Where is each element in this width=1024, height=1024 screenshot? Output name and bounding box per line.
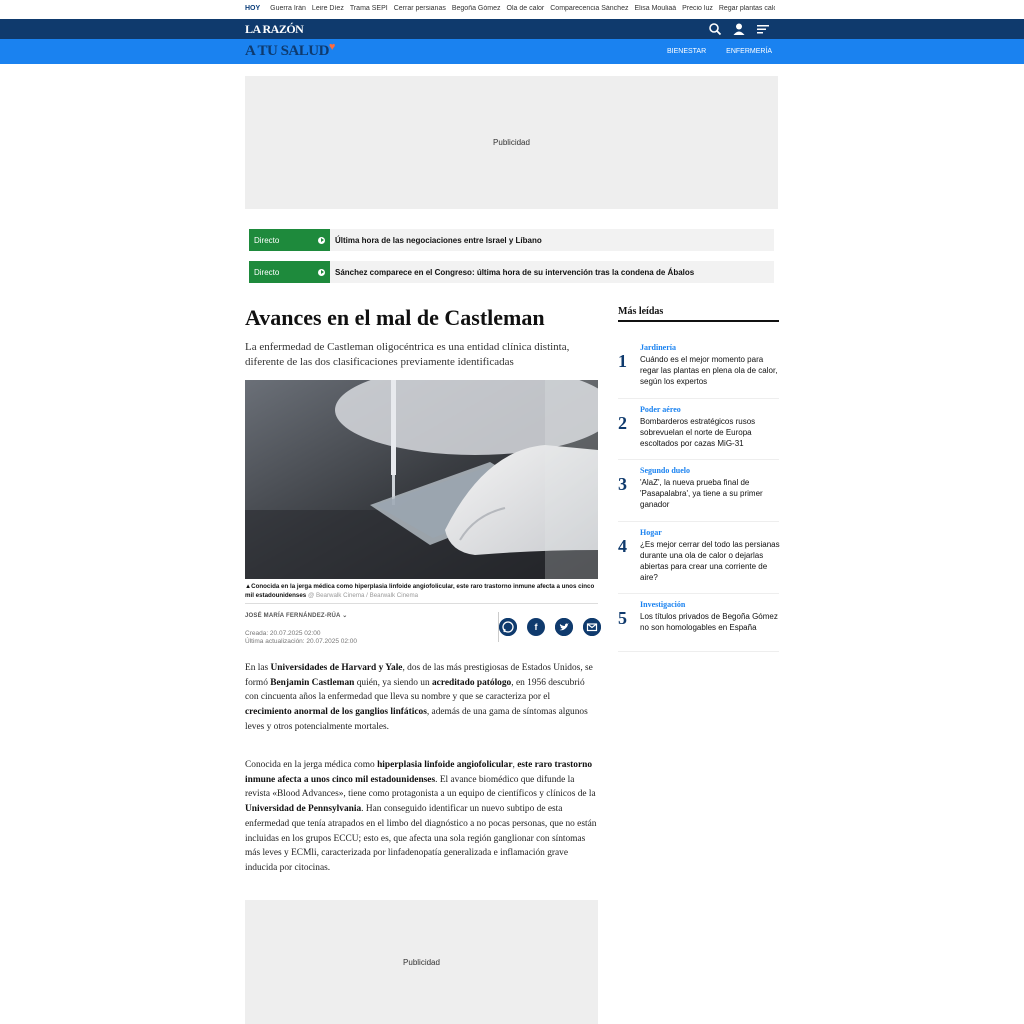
rank-category[interactable]: Investigación xyxy=(640,600,685,609)
trending-bar: HOY Guerra Irán Leire Díez Trama SEPI Cerra… xyxy=(0,0,1024,19)
twitter-icon[interactable] xyxy=(555,618,573,636)
article-title: Avances en el mal de Castleman xyxy=(245,305,545,330)
bold-text: Universidad de Pennsylvania xyxy=(245,804,362,815)
nav-bienestar[interactable]: BIENESTAR xyxy=(667,48,706,55)
rank-category[interactable]: Segundo duelo xyxy=(640,466,690,475)
bold-text: crecimiento anormal de los ganglios linf… xyxy=(245,707,427,718)
site-logo[interactable]: LA RAZÓN xyxy=(245,22,304,37)
most-read-item[interactable]: 5 Investigación Los títulos privados de Be… xyxy=(618,600,779,652)
paragraph-text: quién, ya siendo un xyxy=(354,677,432,688)
bold-text: acreditado patólogo xyxy=(431,677,512,688)
search-icon[interactable] xyxy=(708,22,722,36)
ad-label: Publicidad xyxy=(493,138,530,147)
most-read-item[interactable]: 4 Hogar ¿Es mejor cerrar del todo las pers… xyxy=(618,528,780,594)
live-item[interactable]: Directo Última hora de las negociaciones… xyxy=(249,229,774,251)
rank-category[interactable]: Poder aéreo xyxy=(640,405,681,414)
divider xyxy=(618,320,779,322)
hoy-label: HOY xyxy=(245,5,261,12)
rank-number: 4 xyxy=(618,536,627,556)
section-header: A TU SALUD♥ BIENESTAR ENFERMERÍA xyxy=(0,39,1024,64)
article-photo xyxy=(245,380,598,579)
bold-text: hiperplasia linfoide angiofolicular xyxy=(377,760,513,770)
email-icon[interactable] xyxy=(583,618,601,636)
paragraph-text: Conocida en la jerga médica como xyxy=(245,760,378,770)
rank-title[interactable]: 'AlaZ', la nueva prueba final de 'Pasapa… xyxy=(640,477,780,510)
trending-link[interactable]: Begoña Gómez xyxy=(452,5,501,12)
live-tag: Directo xyxy=(249,261,330,283)
live-item[interactable]: Directo Sánchez comparece en el Congreso… xyxy=(249,261,774,283)
trending-link[interactable]: Regar plantas calor xyxy=(719,5,775,12)
rank-category[interactable]: Jardinería xyxy=(640,343,676,352)
most-read-item[interactable]: 3 Segundo duelo 'AlaZ', la nueva prueba fi… xyxy=(618,466,779,522)
heart-icon: ♥ xyxy=(328,41,336,53)
article-paragraph: Conocida en la jerga médica como hiperpl… xyxy=(245,758,598,876)
trending-link[interactable]: Ola de calor xyxy=(507,5,545,12)
whatsapp-icon[interactable] xyxy=(499,618,517,636)
article-dates: Creada: 20.07.2025 02:00 Última actualiz… xyxy=(245,630,357,646)
trending-link[interactable]: Comparecencia Sánchez xyxy=(550,5,628,12)
created-date: Creada: 20.07.2025 02:00 xyxy=(245,630,321,637)
menu-icon[interactable] xyxy=(756,22,770,36)
section-logo[interactable]: A TU SALUD♥ xyxy=(245,41,336,60)
ad-banner-top: Publicidad xyxy=(245,76,778,209)
rank-title[interactable]: Bombarderos estratégicos rusos sobrevuel… xyxy=(640,416,780,449)
chevron-down-icon[interactable]: ⌄ xyxy=(342,613,347,619)
trending-link[interactable]: Guerra Irán xyxy=(270,5,306,12)
article-paragraph: En las Universidades de Harvard y Yale, … xyxy=(245,661,598,735)
rank-category[interactable]: Hogar xyxy=(640,528,662,537)
rank-number: 1 xyxy=(618,351,627,371)
bold-text: Universidades de Harvard y Yale xyxy=(270,663,403,673)
most-read-item[interactable]: 1 Jardinería Cuándo es el mejor momento pa… xyxy=(618,343,779,399)
most-read-title: Más leídas xyxy=(618,306,664,317)
most-read-item[interactable]: 2 Poder aéreo Bombarderos estratégicos rus… xyxy=(618,405,779,460)
nav-enfermeria[interactable]: ENFERMERÍA xyxy=(726,48,772,55)
ad-banner-bottom: Publicidad xyxy=(245,900,598,1024)
rank-title[interactable]: Los títulos privados de Begoña Gómez no … xyxy=(640,611,780,633)
live-title[interactable]: Sánchez comparece en el Congreso: última… xyxy=(335,268,694,277)
rank-number: 5 xyxy=(618,608,627,628)
play-icon xyxy=(318,268,325,276)
main-header: LA RAZÓN xyxy=(0,19,1024,39)
paragraph-text: En las xyxy=(245,663,271,673)
share-bar: f xyxy=(498,612,601,642)
updated-date: Última actualización: 20.07.2025 02:00 xyxy=(245,638,358,645)
trending-link[interactable]: Leire Díez xyxy=(312,5,344,12)
live-title[interactable]: Última hora de las negociaciones entre I… xyxy=(335,236,542,245)
rank-number: 2 xyxy=(618,413,627,433)
bold-text: Benjamin Castleman xyxy=(270,677,355,688)
play-icon xyxy=(318,236,325,244)
rank-title[interactable]: Cuándo es el mejor momento para regar la… xyxy=(640,354,780,387)
rank-title[interactable]: ¿Es mejor cerrar del todo las persianas … xyxy=(640,539,780,583)
paragraph-text: . Han conseguido identificar un nuevo su… xyxy=(245,804,597,873)
rank-number: 3 xyxy=(618,474,627,494)
divider xyxy=(245,603,598,604)
trending-link[interactable]: Elisa Mouliaá xyxy=(634,5,676,12)
trending-link[interactable]: Precio luz xyxy=(682,5,713,12)
trending-links: HOY Guerra Irán Leire Díez Trama SEPI Cerra… xyxy=(245,5,775,12)
ad-label: Publicidad xyxy=(403,957,440,967)
author-name[interactable]: JOSÉ MARÍA FERNÁNDEZ-RÚA ⌄ xyxy=(245,612,347,619)
trending-link[interactable]: Trama SEPI xyxy=(350,5,388,12)
facebook-icon[interactable]: f xyxy=(527,618,545,636)
article-subtitle: La enfermedad de Castleman oligocéntrica… xyxy=(245,341,570,368)
live-tag: Directo xyxy=(249,229,330,251)
photo-caption: ▲Conocida en la jerga médica como hiperp… xyxy=(245,583,595,599)
photo-credit: @ Bearwalk Cinema / Bearwalk Cinema xyxy=(307,592,419,599)
user-icon[interactable] xyxy=(732,22,746,36)
trending-link[interactable]: Cerrar persianas xyxy=(394,5,446,12)
